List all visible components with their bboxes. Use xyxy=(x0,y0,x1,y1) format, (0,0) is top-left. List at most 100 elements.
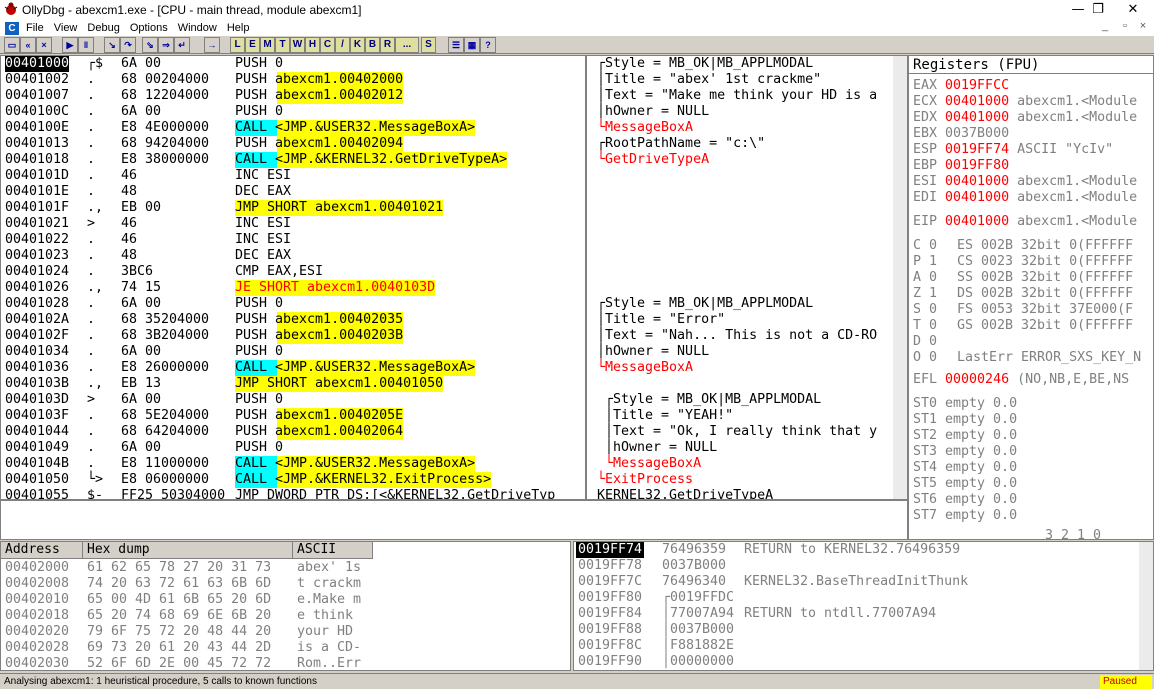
disasm-row[interactable]: 00401049. 6A 00 PUSH 0 │hOwner = NULL xyxy=(1,440,901,456)
menu-options[interactable]: Options xyxy=(125,22,173,34)
close-button[interactable]: ✕ xyxy=(1115,0,1151,20)
dump-address[interactable]: 00402028 xyxy=(5,640,69,656)
stack-address[interactable]: 0019FF8C xyxy=(576,638,644,654)
register-row[interactable]: EAX 0019FFCC xyxy=(913,78,1017,94)
flag-row[interactable]: T 0 GS 002B 32bit 0(FFFFFF xyxy=(913,318,1133,334)
fpu-register[interactable]: ST2 empty 0.0 xyxy=(913,428,1017,444)
disasm-row[interactable]: 00401026., 74 15 JE SHORT abexcm1.0040103D xyxy=(1,280,901,296)
fpu-register[interactable]: ST1 empty 0.0 xyxy=(913,412,1017,428)
flag-row[interactable]: A 0 SS 002B 32bit 0(FFFFFF xyxy=(913,270,1133,286)
dump-ascii[interactable]: e.Make m xyxy=(297,592,361,608)
stack-address[interactable]: 0019FF84 xyxy=(576,606,644,622)
goto-icon[interactable]: → xyxy=(204,37,220,53)
disasm-row[interactable]: 0040100C. 6A 00 PUSH 0 │hOwner = NULL xyxy=(1,104,901,120)
modules-button[interactable]: E xyxy=(245,37,260,53)
dump-address[interactable]: 00402020 xyxy=(5,624,69,640)
dump-ascii[interactable]: t crackm xyxy=(297,576,361,592)
flag-row[interactable]: O 0 LastErr ERROR_SXS_KEY_N xyxy=(913,350,1141,366)
disasm-row[interactable]: 0040103B., EB 13 JMP SHORT abexcm1.0040105… xyxy=(1,376,901,392)
flag-row[interactable]: P 1 CS 0023 32bit 0(FFFFFF xyxy=(913,254,1133,270)
disasm-row[interactable]: 00401023. 48 DEC EAX xyxy=(1,248,901,264)
flag-row[interactable]: C 0 ES 002B 32bit 0(FFFFFF xyxy=(913,238,1133,254)
dump-hex[interactable]: 79 6F 75 72 20 48 44 20 xyxy=(87,624,271,640)
trace-into-icon[interactable]: ⇘ xyxy=(142,37,158,53)
stack-address[interactable]: 0019FF78 xyxy=(576,558,644,574)
stack-value[interactable]: │77007A94 xyxy=(662,606,734,622)
patches-button[interactable]: / xyxy=(335,37,350,53)
log-window-button[interactable]: L xyxy=(230,37,245,53)
dump-hex[interactable]: 69 73 20 61 20 43 44 2D xyxy=(87,640,271,656)
disasm-row[interactable]: 00401034. 6A 00 PUSH 0 │hOwner = NULL xyxy=(1,344,901,360)
windows-button[interactable]: W xyxy=(290,37,305,53)
fpu-register[interactable]: ST0 empty 0.0 xyxy=(913,396,1017,412)
trace-over-icon[interactable]: ⇒ xyxy=(158,37,174,53)
dump-address[interactable]: 00402018 xyxy=(5,608,69,624)
stack-scrollbar[interactable] xyxy=(1139,542,1153,670)
disasm-row[interactable]: 0040104B. E8 11000000 CALL <JMP.&USER32.Me… xyxy=(1,456,901,472)
stack-address[interactable]: 0019FF74 xyxy=(576,542,645,558)
run-trace-button[interactable]: ... xyxy=(395,37,419,53)
list-icon[interactable]: ☰ xyxy=(448,37,464,53)
dump-header-address[interactable]: Address xyxy=(1,542,83,559)
flag-row[interactable]: S 0 FS 0053 32bit 37E000(F xyxy=(913,302,1133,318)
threads-button[interactable]: T xyxy=(275,37,290,53)
dump-ascii[interactable]: Rom..Err xyxy=(297,656,361,670)
dump-header-hex[interactable]: Hex dump xyxy=(83,542,293,559)
cpu-button[interactable]: C xyxy=(320,37,335,53)
stack-value[interactable]: ┌0019FFDC xyxy=(662,590,734,606)
cpu-window-icon[interactable]: C xyxy=(5,21,19,35)
register-row[interactable]: EDI 00401000 abexcm1.<Module xyxy=(913,190,1137,206)
disasm-row[interactable]: 0040103F. 68 5E204000 PUSH abexcm1.0040205… xyxy=(1,408,901,424)
grid-icon[interactable]: ▦ xyxy=(464,37,480,53)
memory-button[interactable]: M xyxy=(260,37,275,53)
disasm-row[interactable]: 00401021 >46 INC ESI xyxy=(1,216,901,232)
disassembly-scrollbar[interactable] xyxy=(893,56,907,499)
dump-hex[interactable]: 65 20 74 68 69 6E 6B 20 xyxy=(87,608,271,624)
fpu-register[interactable]: ST6 empty 0.0 xyxy=(913,492,1017,508)
flag-row[interactable]: D 0 xyxy=(913,334,957,350)
fpu-register[interactable]: ST5 empty 0.0 xyxy=(913,476,1017,492)
disasm-row[interactable]: 0040103D >6A 00 PUSH 0 ┌Style = MB_OK|MB_A… xyxy=(1,392,901,408)
flag-row[interactable]: Z 1 DS 002B 32bit 0(FFFFFF xyxy=(913,286,1133,302)
stack-value[interactable]: │0037B000 xyxy=(662,622,734,638)
handles-button[interactable]: H xyxy=(305,37,320,53)
step-into-icon[interactable]: ↘ xyxy=(104,37,120,53)
menu-window[interactable]: Window xyxy=(173,22,222,34)
menu-view[interactable]: View xyxy=(49,22,83,34)
disasm-row[interactable]: 00401007. 68 12204000 PUSH abexcm1.0040201… xyxy=(1,88,901,104)
fpu-register[interactable]: ST4 empty 0.0 xyxy=(913,460,1017,476)
dump-address[interactable]: 00402030 xyxy=(5,656,69,670)
dump-hex[interactable]: 52 6F 6D 2E 00 45 72 72 xyxy=(87,656,271,670)
stack-address[interactable]: 0019FF90 xyxy=(576,654,644,670)
stack-pane[interactable]: 0019FF74 76496359 RETURN to KERNEL32.76496… xyxy=(573,541,1154,671)
register-row[interactable]: ESP 0019FF74 ASCII "YcIv" xyxy=(913,142,1113,158)
stack-value[interactable]: 76496359 xyxy=(662,542,726,558)
menu-help[interactable]: Help xyxy=(222,22,255,34)
disasm-row[interactable]: 00401055 $- FF25 50304000 JMP DWORD PTR DS:… xyxy=(1,488,901,499)
stack-value[interactable]: │00000000 xyxy=(662,654,734,670)
disasm-row[interactable]: 00401002. 68 00204000 PUSH abexcm1.0040200… xyxy=(1,72,901,88)
register-row-eip[interactable]: EIP 00401000 abexcm1.<Module xyxy=(913,214,1137,230)
register-row[interactable]: EBX 0037B000 xyxy=(913,126,1017,142)
disasm-row[interactable]: 0040101D. 46 INC ESI xyxy=(1,168,901,184)
dump-ascii[interactable]: e think xyxy=(297,608,361,624)
dump-pane[interactable]: Address Hex dump ASCII 00402000 61 62 65 … xyxy=(0,541,571,671)
run-icon[interactable]: ▶ xyxy=(62,37,78,53)
references-button[interactable]: R xyxy=(380,37,395,53)
child-restore-button[interactable]: ▫ xyxy=(1116,20,1134,32)
source-button[interactable]: S xyxy=(421,37,436,53)
stack-address[interactable]: 0019FF80 xyxy=(576,590,644,606)
disasm-row[interactable]: 0040101E. 48 DEC EAX xyxy=(1,184,901,200)
disasm-row[interactable]: 00401024. 3BC6 CMP EAX,ESI xyxy=(1,264,901,280)
register-row-efl[interactable]: EFL 00000246 (NO,NB,E,BE,NS xyxy=(913,372,1129,388)
stack-value[interactable]: 0037B000 xyxy=(662,558,726,574)
fpu-register[interactable]: ST7 empty 0.0 xyxy=(913,508,1017,524)
dump-ascii[interactable]: is a CD- xyxy=(297,640,361,656)
open-icon[interactable]: ▭ xyxy=(4,37,20,53)
child-minimize-button[interactable]: _ xyxy=(1096,20,1114,32)
fpu-register[interactable]: ST3 empty 0.0 xyxy=(913,444,1017,460)
breakpoints-button[interactable]: B xyxy=(365,37,380,53)
column-divider[interactable] xyxy=(585,56,587,499)
disasm-row[interactable]: 00401000 ┌$ 6A 00 PUSH 0 ┌Style = MB_OK|MB_A… xyxy=(1,56,901,72)
step-over-icon[interactable]: ↷ xyxy=(120,37,136,53)
